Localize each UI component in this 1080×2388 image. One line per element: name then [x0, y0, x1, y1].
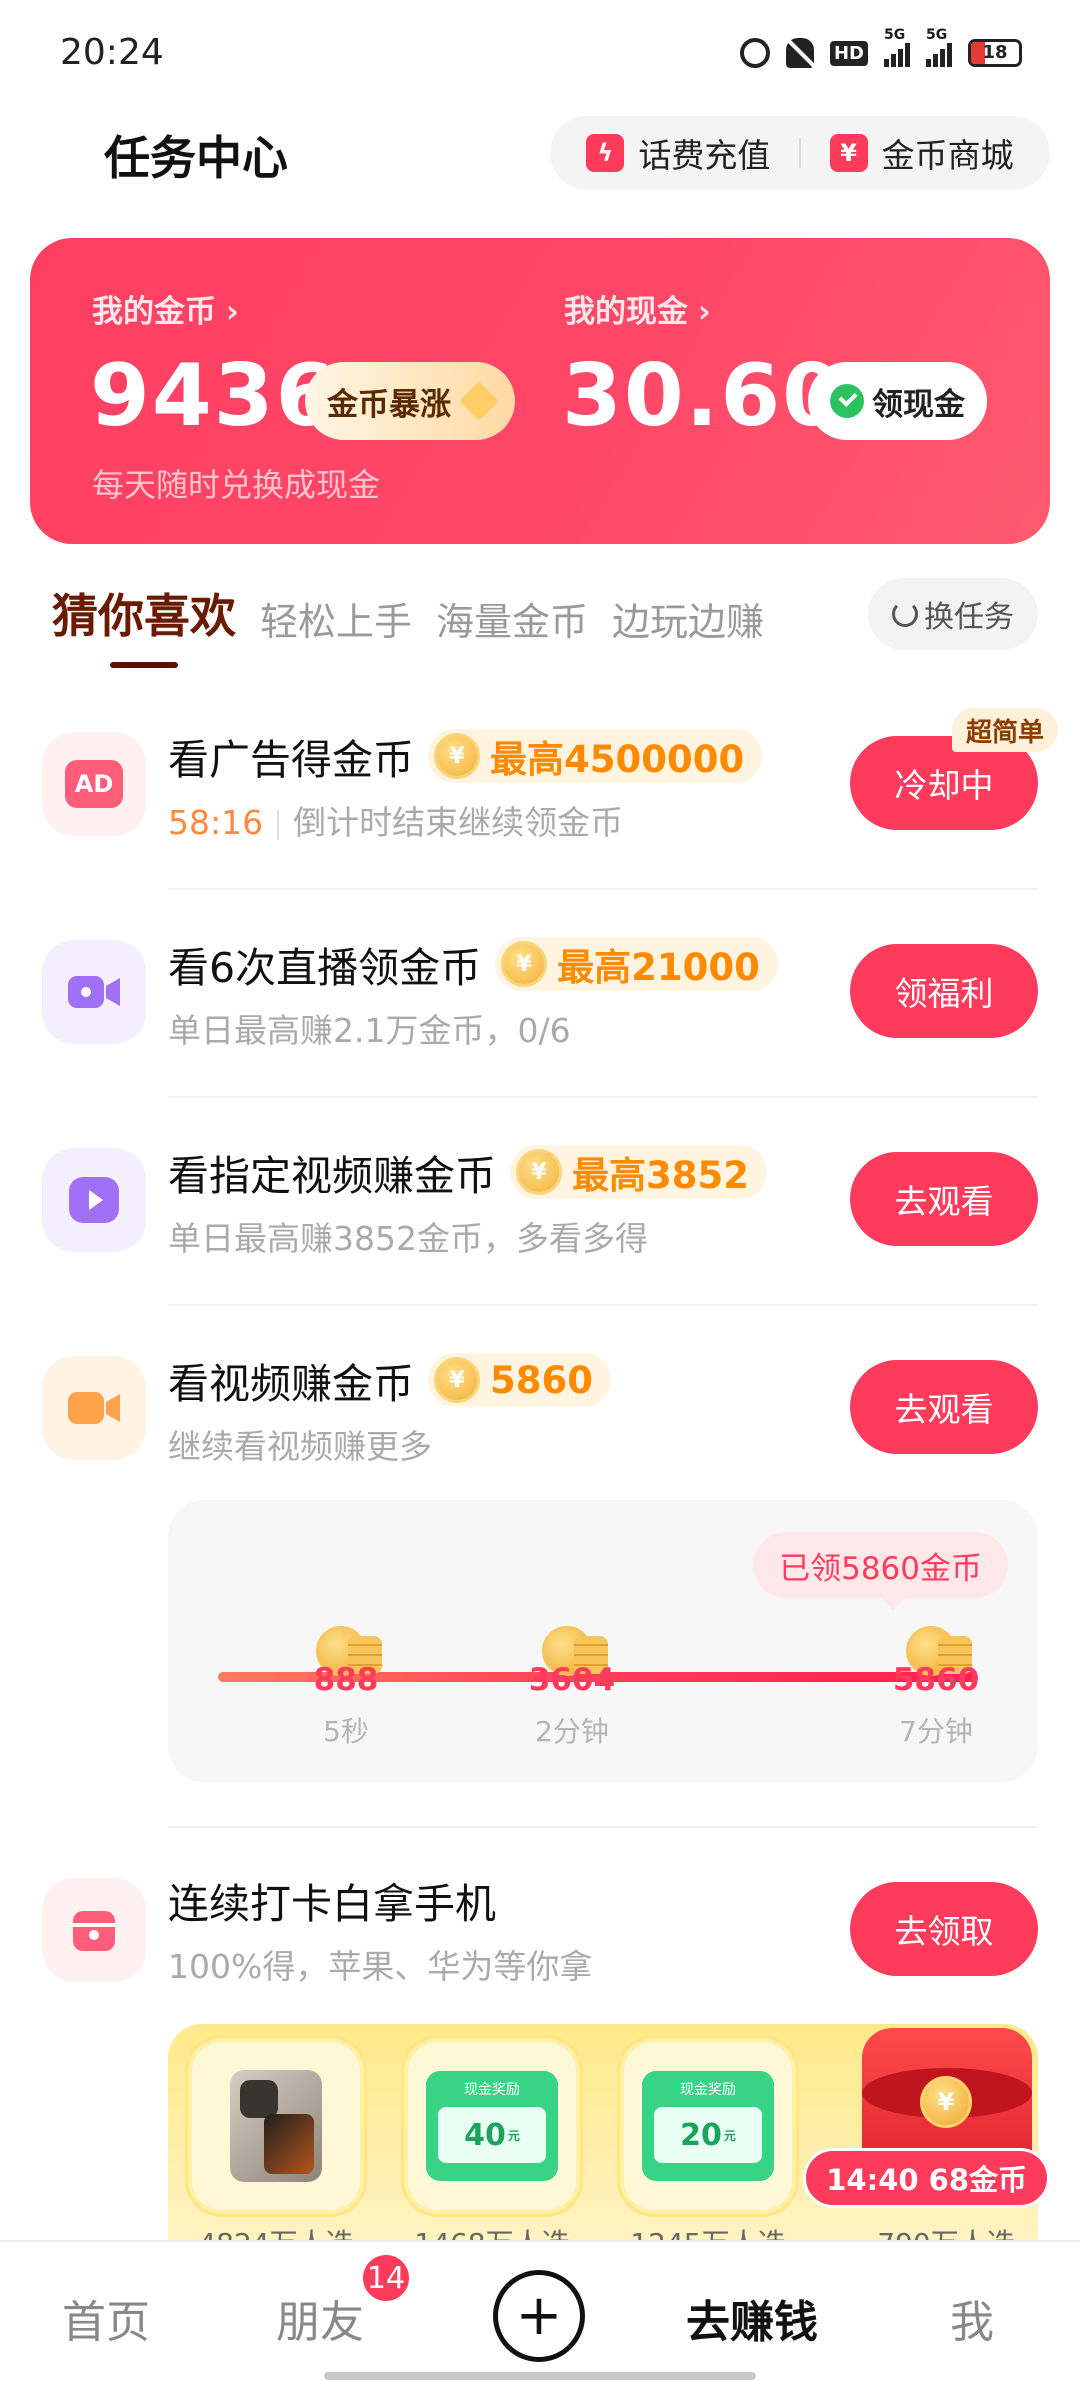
arrow-icon	[459, 381, 499, 421]
phone-recharge-label: 话费充值	[638, 136, 771, 175]
milestone: 5860 7分钟	[876, 1624, 996, 1750]
coin-icon: ¥	[516, 1149, 562, 1195]
hd-icon: HD	[829, 40, 868, 66]
countdown-coins-pill[interactable]: 14:40 68金币	[803, 2148, 1050, 2208]
go-claim-button[interactable]: 去领取	[850, 1882, 1038, 1976]
video-camera-icon	[42, 1356, 146, 1460]
task-subtitle: 58:16 倒计时结束继续领金币	[168, 803, 624, 842]
status-icons: HD 5G 5G 18	[739, 27, 1022, 68]
bottom-nav: 首页 朋友 14 + 去赚钱 我	[0, 2240, 1080, 2388]
task-subtitle: 继续看视频赚更多	[168, 1427, 432, 1466]
lightning-icon: ϟ	[586, 134, 625, 172]
task-title: 看指定视频赚金币 ¥ 最高3852	[168, 1142, 767, 1202]
wechat-check-icon	[830, 384, 864, 418]
mute-bell-icon	[785, 38, 814, 68]
divider	[168, 888, 1038, 890]
get-benefit-button[interactable]: 领福利	[850, 944, 1038, 1038]
task-subtitle: 单日最高赚3852金币，多看多得	[168, 1219, 648, 1258]
signal-icon-2: 5G	[926, 27, 952, 67]
header-divider	[798, 138, 801, 168]
refresh-icon	[892, 601, 918, 627]
milestone-value: 888	[313, 1662, 379, 1698]
milestone-value: 5860	[892, 1662, 980, 1698]
gift-box-icon	[42, 1878, 146, 1982]
nav-friends[interactable]: 朋友	[276, 2286, 364, 2350]
chevron-right-icon: ›	[226, 294, 239, 330]
prize-strip: 4824万人选 现金奖励 40 元 1468万人选 现金奖励 20 元 1245万人…	[168, 2024, 1038, 2244]
plus-icon[interactable]: +	[493, 2270, 585, 2362]
cooldown-timer: 58:16	[168, 803, 264, 842]
nav-home[interactable]: 首页	[62, 2286, 150, 2350]
ad-icon: AD	[42, 732, 146, 836]
divider	[168, 1826, 1038, 1828]
tab-underline	[110, 662, 178, 668]
reward-badge: ¥ 5860	[428, 1353, 611, 1407]
change-task-button[interactable]: 换任务	[868, 578, 1038, 650]
coin-mall-button[interactable]: ¥ 金币商城	[829, 129, 1014, 177]
claim-cash-button[interactable]: 领现金	[808, 362, 987, 440]
my-coins-link[interactable]: 我的金币 ›	[92, 286, 239, 331]
super-easy-badge: 超简单	[952, 708, 1058, 752]
play-icon	[42, 1148, 146, 1252]
milestone-time: 7分钟	[899, 1715, 973, 1748]
cash-reward-card: 现金奖励 40 元	[426, 2071, 558, 2181]
page-title: 任务中心	[104, 131, 288, 185]
task-title: 看视频赚金币 ¥ 5860	[168, 1350, 611, 1410]
video-camera-icon	[42, 940, 146, 1044]
tab-mass-coins[interactable]: 海量金币	[436, 591, 588, 646]
divider	[168, 1304, 1038, 1306]
task-title: 连续打卡白拿手机	[168, 1880, 496, 1928]
claimed-bubble: 已领5860金币	[753, 1532, 1008, 1610]
header-actions: ϟ 话费充值 ¥ 金币商城	[550, 116, 1050, 190]
task-title: 看6次直播领金币 ¥ 最高21000	[168, 934, 778, 994]
go-watch-button[interactable]: 去观看	[850, 1152, 1038, 1246]
milestone-time: 2分钟	[535, 1715, 609, 1748]
alarm-icon	[739, 38, 770, 68]
milestone: 3604 2分钟	[512, 1624, 632, 1750]
task-tabs: 猜你喜欢 轻松上手 海量金币 边玩边赚	[52, 580, 764, 646]
task-subtitle: 100%得，苹果、华为等你拿	[168, 1947, 593, 1986]
coin-icon: ¥	[920, 2076, 972, 2128]
friends-badge: 14	[360, 2252, 412, 2304]
prize-cash-40[interactable]: 现金奖励 40 元	[404, 2038, 580, 2214]
phone-image	[230, 2070, 322, 2182]
nav-me[interactable]: 我	[950, 2286, 994, 2350]
cash-value: 30.60	[562, 346, 845, 446]
status-bar: 20:24 HD 5G 5G 18	[0, 0, 1080, 110]
chevron-right-icon: ›	[698, 294, 711, 330]
my-cash-link[interactable]: 我的现金 ›	[564, 286, 711, 331]
coin-icon: ¥	[434, 1357, 480, 1403]
home-indicator[interactable]	[324, 2372, 756, 2380]
wallet-card: 我的金币 › 9436 金币暴涨 我的现金 › 30.60 领现金 每天随时兑换成现…	[30, 238, 1050, 544]
milestone: 888 5秒	[286, 1624, 406, 1750]
tab-guess-you-like[interactable]: 猜你喜欢	[52, 580, 236, 646]
tab-easy-start[interactable]: 轻松上手	[260, 591, 412, 646]
coin-icon: ¥	[501, 941, 548, 987]
prize-cash-20[interactable]: 现金奖励 20 元	[620, 2038, 796, 2214]
task-title: 看广告得金币 ¥ 最高4500000	[168, 726, 763, 786]
coin-icon: ¥	[434, 733, 480, 779]
reward-badge: ¥ 最高4500000	[428, 729, 763, 783]
tab-play-earn[interactable]: 边玩边赚	[612, 591, 764, 646]
milestone-time: 5秒	[323, 1715, 369, 1748]
cash-reward-card: 现金奖励 20 元	[642, 2071, 774, 2181]
go-watch-button[interactable]: 去观看	[850, 1360, 1038, 1454]
signal-icon: 5G	[884, 27, 910, 67]
milestone-value: 3604	[528, 1662, 616, 1698]
reward-badge: ¥ 最高21000	[495, 937, 778, 991]
divider	[168, 1096, 1038, 1098]
yen-ticket-icon: ¥	[829, 134, 868, 172]
battery-icon: 18	[968, 39, 1022, 67]
prize-phone[interactable]	[188, 2038, 364, 2214]
phone-recharge-button[interactable]: ϟ 话费充值	[586, 129, 770, 177]
nav-earn[interactable]: 去赚钱	[686, 2286, 818, 2350]
reward-badge: ¥ 最高3852	[510, 1145, 767, 1199]
status-time: 20:24	[60, 32, 164, 73]
wallet-note: 每天随时兑换成现金	[92, 466, 381, 504]
coin-mall-label: 金币商城	[881, 136, 1014, 175]
coins-value: 9436	[90, 346, 338, 446]
watch-progress-card: 已领5860金币 888 5秒 3604 2分钟 5860 7分钟	[168, 1500, 1038, 1782]
coin-surge-button[interactable]: 金币暴涨	[305, 362, 515, 440]
task-subtitle: 单日最高赚2.1万金币，0/6	[168, 1011, 571, 1050]
